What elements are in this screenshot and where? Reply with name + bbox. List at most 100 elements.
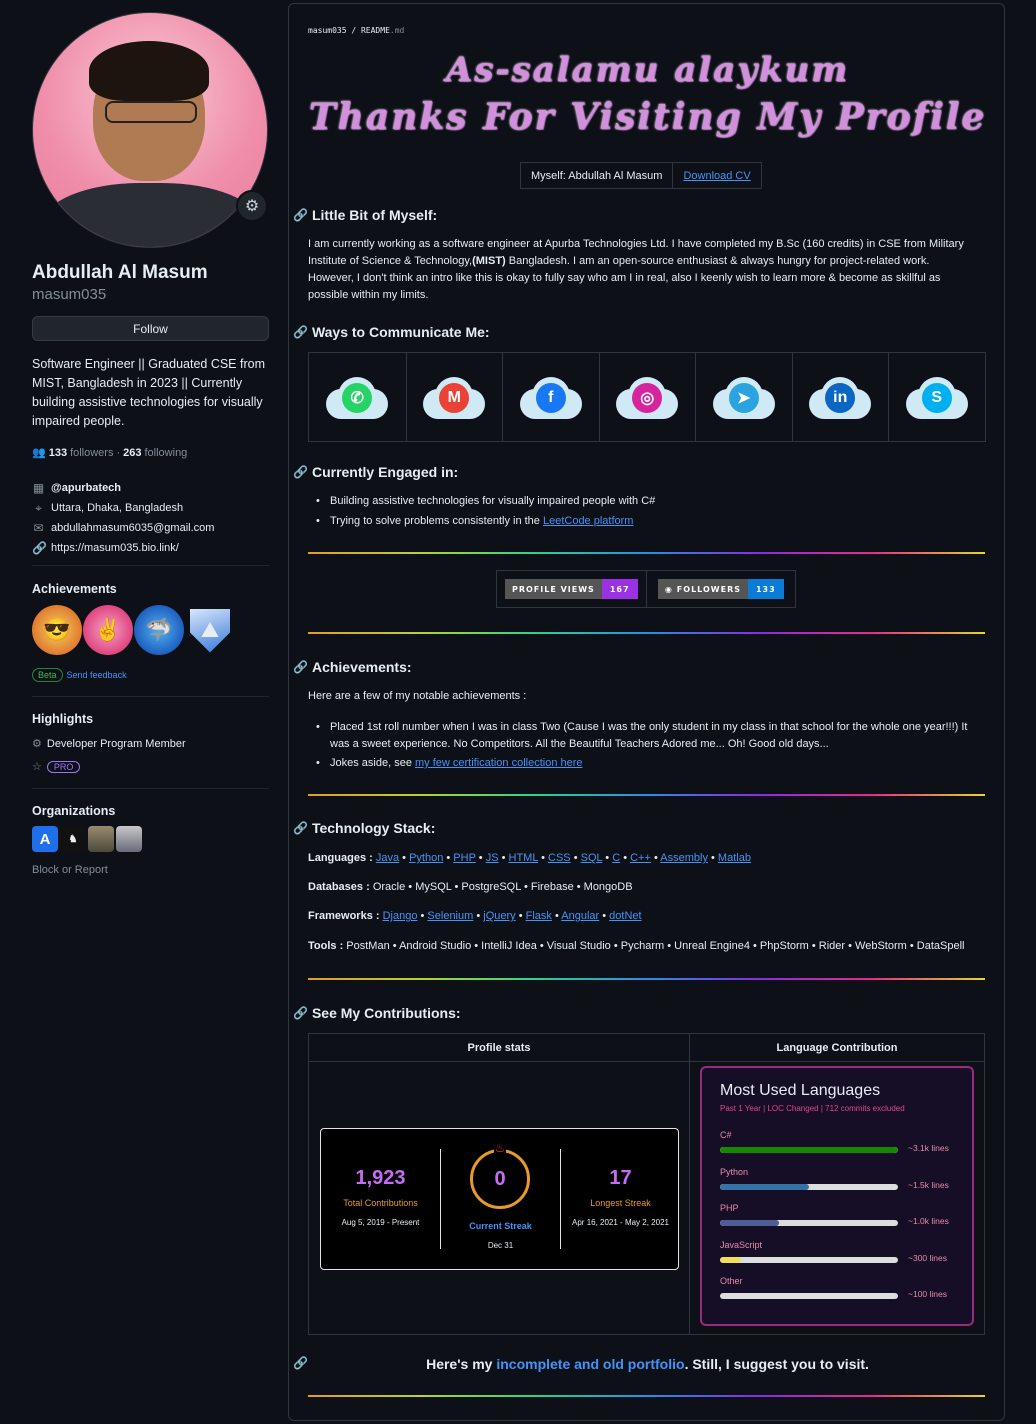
language-bar bbox=[720, 1147, 898, 1153]
framework-link[interactable]: Django bbox=[383, 910, 418, 922]
anchor-link-icon[interactable]: 🔗 bbox=[293, 1006, 308, 1020]
cloud-shape: ✆ bbox=[326, 373, 389, 421]
anchor-link-icon[interactable]: 🔗 bbox=[293, 465, 308, 479]
anchor-link-icon[interactable]: 🔗 bbox=[293, 660, 308, 674]
contact-cell[interactable]: S bbox=[888, 353, 985, 441]
language-card[interactable]: Most Used Languages Past 1 Year | LOC Ch… bbox=[700, 1066, 974, 1326]
org-school-icon[interactable]: ♞ bbox=[60, 826, 86, 852]
send-feedback-link[interactable]: Send feedback bbox=[67, 670, 127, 680]
profile-views-value: 167 bbox=[601, 579, 638, 599]
framework-link[interactable]: Selenium bbox=[427, 910, 473, 922]
company[interactable]: @apurbatech bbox=[51, 482, 121, 494]
followers-badge[interactable]: ◉ FOLLOWERS 133 bbox=[657, 579, 784, 599]
anchor-link-icon[interactable]: 🔗 bbox=[293, 208, 308, 222]
contributions-table: Profile stats Language Contribution 1,92… bbox=[308, 1033, 985, 1335]
language-link[interactable]: Python bbox=[409, 852, 443, 864]
language-link[interactable]: HTML bbox=[509, 852, 539, 864]
org-photo-icon[interactable] bbox=[88, 826, 114, 852]
block-report-link[interactable]: Block or Report bbox=[32, 864, 108, 876]
profile-login: masum035 bbox=[32, 286, 107, 303]
avatar[interactable] bbox=[32, 12, 268, 248]
breadcrumb-user[interactable]: masum035 bbox=[308, 26, 347, 35]
badge-table: PROFILE VIEWS 167 ◉ FOLLOWERS 133 bbox=[496, 570, 796, 608]
developer-program-label[interactable]: Developer Program Member bbox=[47, 738, 186, 750]
developer-program-row: ⚙ Developer Program Member bbox=[32, 737, 186, 751]
facebook-icon: f bbox=[535, 383, 566, 413]
language-link[interactable]: SQL bbox=[581, 852, 603, 864]
divider bbox=[32, 565, 269, 566]
achievement-pull-shark-icon[interactable]: 😎 bbox=[32, 605, 82, 655]
certification-link[interactable]: my few certification collection here bbox=[415, 757, 583, 769]
contact-cell[interactable]: ➤ bbox=[695, 353, 792, 441]
followers-label[interactable]: followers bbox=[70, 447, 113, 459]
followers-count[interactable]: 133 bbox=[49, 447, 67, 459]
org-apurba-icon[interactable]: A bbox=[32, 826, 58, 852]
profile-sidebar: ⚙ Abdullah Al Masum masum035 Follow Soft… bbox=[0, 0, 288, 1424]
language-link[interactable]: C bbox=[612, 852, 620, 864]
language-link[interactable]: PHP bbox=[453, 852, 475, 864]
achievement-arctic-icon[interactable]: ⛰ bbox=[190, 609, 230, 653]
bullet-separator: • bbox=[570, 852, 581, 864]
following-count[interactable]: 263 bbox=[123, 447, 141, 459]
anchor-link-icon[interactable]: 🔗 bbox=[293, 821, 308, 835]
language-bar bbox=[720, 1293, 898, 1299]
contact-cell[interactable]: ◎ bbox=[598, 353, 696, 441]
language-link[interactable]: CSS bbox=[548, 852, 571, 864]
contact-cell[interactable]: in bbox=[791, 353, 889, 441]
location: Uttara, Dhaka, Bangladesh bbox=[51, 502, 184, 514]
anchor-link-icon[interactable]: 🔗 bbox=[293, 325, 308, 339]
contact-cell[interactable]: ✆ bbox=[309, 353, 406, 441]
framework-link[interactable]: dotNet bbox=[609, 910, 641, 922]
longest-label: Longest Streak bbox=[590, 1198, 651, 1208]
status-emoji-icon[interactable]: ⚙ bbox=[236, 190, 268, 222]
org-group-icon[interactable] bbox=[116, 826, 142, 852]
breadcrumb-ext: .md bbox=[389, 26, 405, 35]
language-link[interactable]: JS bbox=[486, 852, 499, 864]
following-label[interactable]: following bbox=[145, 447, 188, 459]
profile-views-badge[interactable]: PROFILE VIEWS 167 bbox=[504, 579, 638, 599]
building-icon: ▦ bbox=[32, 481, 45, 495]
rainbow-divider bbox=[308, 794, 985, 796]
contact-cell[interactable]: f bbox=[502, 353, 599, 441]
contrib-title: See My Contributions: bbox=[311, 1005, 461, 1021]
tools-row: Tools : PostMan • Android Studio • Intel… bbox=[308, 940, 964, 952]
framework-link[interactable]: Angular bbox=[561, 910, 599, 922]
total-value: 1,923 bbox=[355, 1167, 406, 1189]
bullet-separator: • bbox=[707, 852, 718, 864]
languages-label: Languages : bbox=[308, 852, 373, 864]
website[interactable]: https://masum035.bio.link/ bbox=[51, 542, 179, 554]
engaged-2-text: Trying to solve problems consistently in… bbox=[330, 515, 543, 527]
language-bar bbox=[720, 1256, 898, 1263]
streak-card[interactable]: 1,923 Total Contributions Aug 5, 2019 - … bbox=[320, 1128, 679, 1270]
databases-row: Databases : Oracle • MySQL • PostgreSQL … bbox=[308, 881, 633, 893]
bullet-separator: • bbox=[515, 910, 526, 922]
language-link[interactable]: Assembly bbox=[660, 852, 708, 864]
achievements-heading: 🔗 Achievements: bbox=[293, 659, 412, 675]
achievements-readme-title: Achievements: bbox=[311, 659, 412, 675]
tools-label: Tools : bbox=[308, 940, 344, 952]
leetcode-link[interactable]: LeetCode platform bbox=[543, 515, 634, 527]
framework-link[interactable]: jQuery bbox=[483, 910, 515, 922]
language-link[interactable]: C++ bbox=[630, 852, 651, 864]
language-link[interactable]: Matlab bbox=[718, 852, 751, 864]
breadcrumb-file[interactable]: README bbox=[361, 26, 390, 35]
bullet-separator: • bbox=[538, 852, 549, 864]
portfolio-link[interactable]: incomplete and old portfolio bbox=[496, 1356, 684, 1372]
achievement-yolo-icon[interactable]: ✌ bbox=[83, 605, 133, 655]
separator-dot: · bbox=[116, 446, 121, 459]
pro-row: ☆ PRO bbox=[32, 760, 81, 773]
email[interactable]: abdullahmasum6035@gmail.com bbox=[51, 522, 214, 534]
follow-button[interactable]: Follow bbox=[32, 316, 269, 341]
download-cv-link[interactable]: Download CV bbox=[672, 163, 760, 188]
streak-ring: 0 bbox=[470, 1149, 530, 1209]
mail-icon: ✉ bbox=[33, 521, 44, 535]
tech-title: Technology Stack: bbox=[311, 820, 436, 836]
profile-name: Abdullah Al Masum bbox=[32, 262, 208, 283]
framework-link[interactable]: Flask bbox=[526, 910, 552, 922]
language-link[interactable]: Java bbox=[376, 852, 399, 864]
contact-cell[interactable]: M bbox=[405, 353, 503, 441]
github-icon: ◉ bbox=[664, 584, 673, 594]
achievement-shark-icon[interactable]: 🦈 bbox=[134, 605, 184, 655]
about-title: Little Bit of Myself: bbox=[311, 207, 438, 223]
about-paragraph: I am currently working as a software eng… bbox=[308, 236, 978, 304]
